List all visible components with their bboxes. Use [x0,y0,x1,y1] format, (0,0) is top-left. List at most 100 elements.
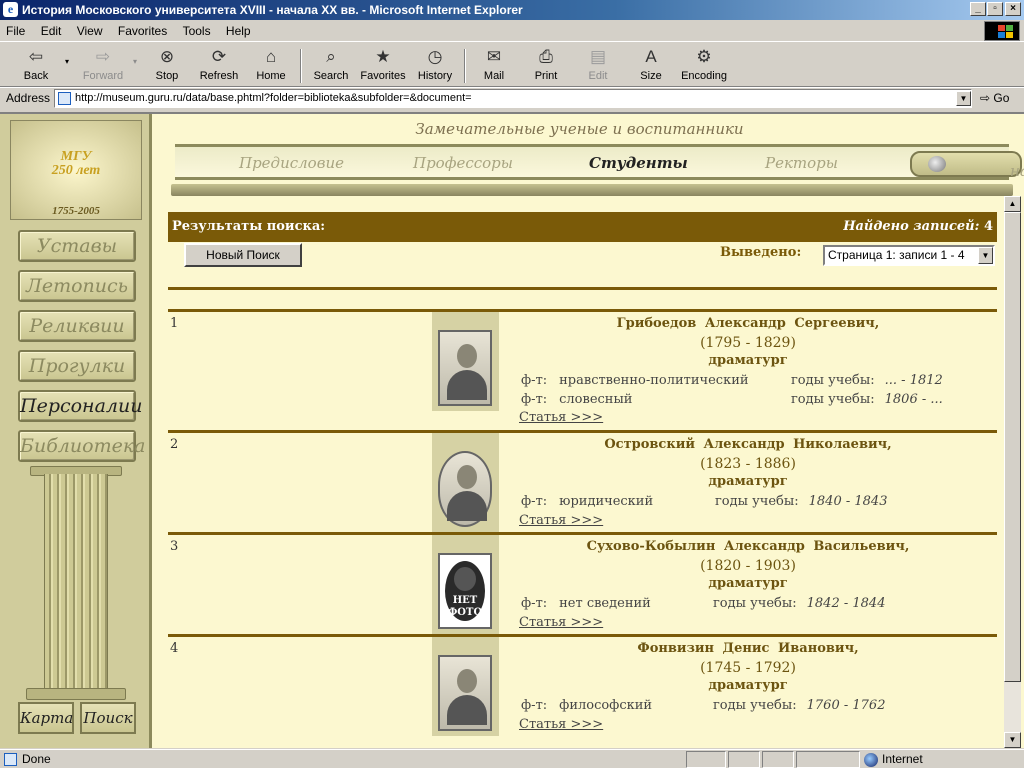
map-button[interactable]: Карта [18,702,74,734]
decorative-column [44,474,108,690]
years-to: ... [930,392,943,407]
forward-dropdown[interactable]: ▾ [130,57,140,66]
stop-button[interactable]: ⊗ Stop [146,46,188,82]
favorites-button[interactable]: ★ Favorites [356,46,410,82]
close-button[interactable]: × [1005,2,1021,16]
tab-professors[interactable]: Профессоры [413,154,513,172]
record-info: Островский Александр Николаевич, (1823 -… [499,433,997,532]
vertical-scrollbar[interactable]: ▲ ▼ [1004,196,1021,748]
encoding-button[interactable]: ⚙ Encoding [676,46,732,82]
portrait-photo[interactable] [438,330,492,406]
portrait-body [447,695,487,725]
refresh-icon: ⟳ [211,47,227,66]
home-icon: ⌂ [265,47,277,66]
study-years: годы учебы: 1806 - ... [791,392,943,407]
found-label: Найдено записей: [843,219,980,234]
history-icon: ◷ [427,47,443,66]
scroll-down-arrow-icon[interactable]: ▼ [1004,732,1021,748]
address-url: http://museum.guru.ru/data/base.phtml?fo… [75,92,472,104]
size-button[interactable]: A Size [630,46,672,82]
person-name: Сухово-Кобылин Александр Васильевич, [586,539,910,554]
years-label: годы учебы: [791,373,875,388]
sidebar-item-chronicle[interactable]: Летопись [18,270,136,302]
years-label: годы учебы: [791,392,875,407]
chevron-down-icon[interactable]: ▼ [978,247,993,264]
print-button[interactable]: ⎙ Print [526,46,566,82]
edit-button[interactable]: ▤ Edit [578,46,618,82]
record-number: 3 [170,539,179,554]
menu-help[interactable]: Help [220,20,257,38]
menu-tools[interactable]: Tools [177,20,217,38]
status-panel [762,751,794,768]
no-photo-text-2: ФОТО [447,607,483,618]
faculty-line: ф-т: философский [521,698,652,713]
article-link[interactable]: Статья >>> [519,513,603,528]
life-dates: (1823 - 1886) [700,456,796,472]
faculty-line: ф-т: словесный [521,392,632,407]
tab-students[interactable]: Студенты [589,154,688,172]
tab-preface[interactable]: Предисловие [239,154,344,172]
forward-button[interactable]: ⇨ Forward [78,46,128,82]
years-to: 1844 [852,596,886,611]
back-dropdown[interactable]: ▾ [62,57,72,66]
mail-button[interactable]: ✉ Mail [474,46,514,82]
go-button[interactable]: ⇨ Go [980,91,1009,105]
sidebar-item-library[interactable]: Библиотека [18,430,146,462]
maximize-button[interactable]: ▫ [987,2,1003,16]
sidebar-item-walks[interactable]: Прогулки [18,350,136,382]
address-dropdown[interactable]: ▼ [956,91,971,106]
sidebar-item-relics[interactable]: Реликвии [18,310,136,342]
window-title: История Московского университета XVIII -… [22,3,523,17]
address-input[interactable]: http://museum.guru.ru/data/base.phtml?fo… [54,89,972,108]
scroll-up-arrow-icon[interactable]: ▲ [1004,196,1021,212]
person-name: Грибоедов Александр Сергеевич, [616,316,880,331]
favorites-icon: ★ [375,47,391,66]
photo-column [432,433,499,532]
status-panel [686,751,726,768]
menu-edit[interactable]: Edit [35,20,68,38]
toolbar-separator [464,49,466,83]
back-nav-button[interactable]: назад [910,151,1024,180]
sidebar-item-personalities[interactable]: Персоналии [18,390,142,422]
page-select[interactable]: Страница 1: записи 1 - 4 ▼ [823,245,995,266]
portrait-photo[interactable] [438,451,492,527]
faculty-value: нет сведений [559,596,651,611]
refresh-button[interactable]: ⟳ Refresh [194,46,244,82]
status-panel [796,751,860,768]
logo-text-2: 250 лет [51,163,101,178]
portrait-body [447,491,487,521]
home-button[interactable]: ⌂ Home [250,46,292,82]
article-link[interactable]: Статья >>> [519,410,603,425]
faculty-label: ф-т: [521,373,548,388]
portrait-photo[interactable] [438,655,492,731]
stop-label: Stop [155,70,179,82]
faculty-label: ф-т: [521,392,548,407]
home-label: Home [256,70,286,82]
menu-favorites[interactable]: Favorites [112,20,173,38]
article-link[interactable]: Статья >>> [519,615,603,630]
faculty-value: юридический [559,494,654,509]
results-header: Результаты поиска: Найдено записей: 4 [168,212,997,242]
faculty-line: ф-т: юридический [521,494,653,509]
menu-file[interactable]: File [0,20,31,38]
tab-rectors[interactable]: Ректоры [765,154,838,172]
portrait-head [457,669,477,693]
status-label: Done [22,752,51,766]
back-button[interactable]: ⇦ Back [12,46,60,82]
scroll-thumb[interactable] [1004,212,1021,682]
article-link[interactable]: Статья >>> [519,717,603,732]
results-label: Результаты поиска: [172,219,326,234]
sidebar-item-charters[interactable]: Уставы [18,230,136,262]
history-button[interactable]: ◷ History [414,46,456,82]
portrait-head [457,465,477,489]
new-search-button[interactable]: Новый Поиск [184,243,302,267]
person-name: Островский Александр Николаевич, [604,437,892,452]
years-to: 1812 [909,373,943,388]
menu-view[interactable]: View [71,20,109,38]
minimize-button[interactable]: _ [970,2,986,16]
search-site-button[interactable]: Поиск [80,702,136,734]
logo-text-3: 1755-2005 [52,205,100,217]
years-from: 1840 [808,494,842,509]
years-from: 1806 [884,392,918,407]
search-button[interactable]: ⌕ Search [308,46,354,82]
